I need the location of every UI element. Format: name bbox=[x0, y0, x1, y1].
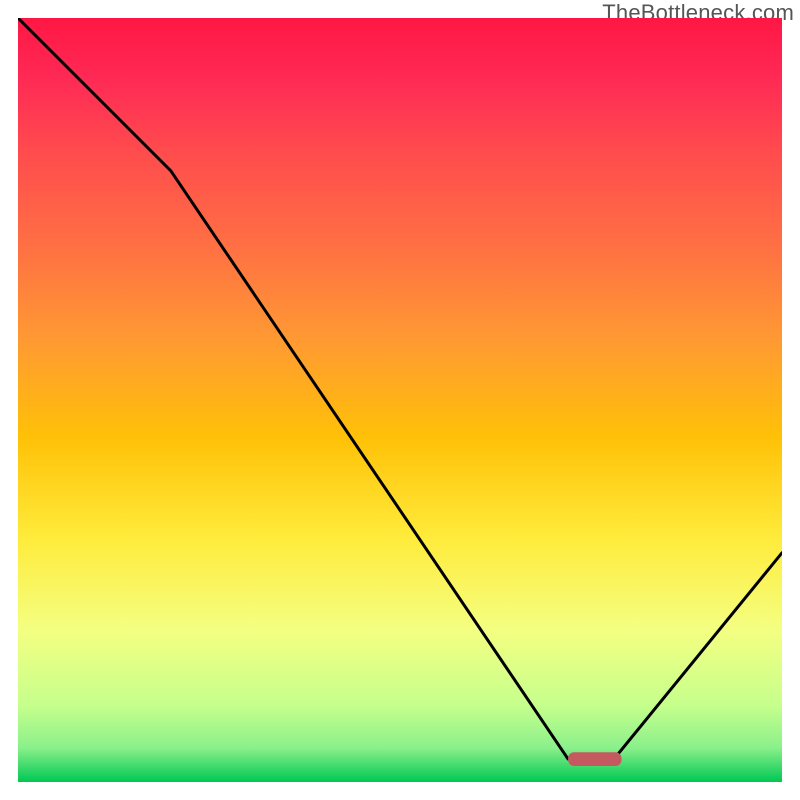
plot-area bbox=[18, 18, 782, 782]
chart-svg bbox=[18, 18, 782, 782]
sweet-spot-marker bbox=[568, 752, 621, 766]
bottleneck-chart: TheBottleneck.com bbox=[0, 0, 800, 800]
